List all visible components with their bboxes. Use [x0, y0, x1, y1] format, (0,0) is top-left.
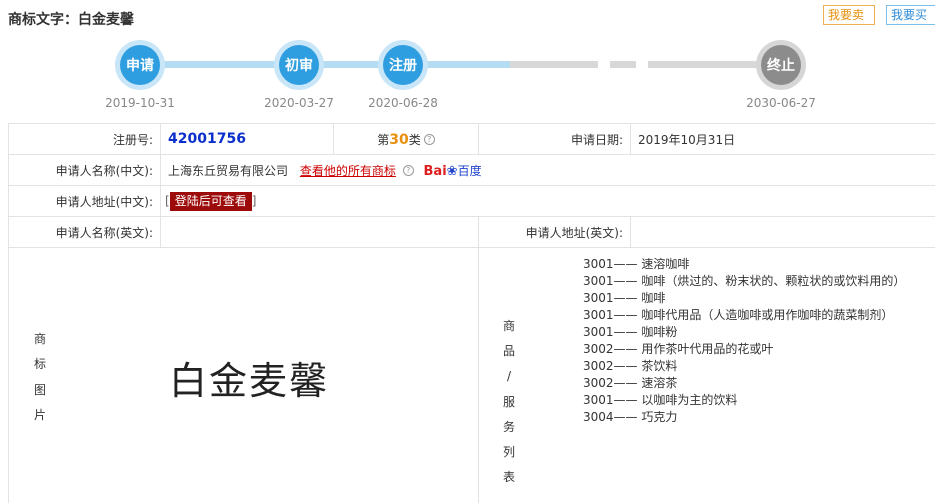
baidu-logo-text2: 百度 — [457, 163, 482, 178]
applicant-en-label: 申请人名称(英文): — [8, 216, 161, 248]
trademark-image: 白金麦馨 — [71, 350, 478, 405]
class-cell: 第30类? — [333, 123, 479, 155]
sell-button[interactable]: 我要卖 — [823, 5, 875, 25]
apply-date-label: 申请日期: — [478, 123, 631, 155]
goods-item: 3004—— 巧克力 — [583, 410, 678, 424]
goods-item: 3002—— 用作茶叶代用品的花或叶 — [583, 342, 774, 356]
trademark-image-cell: 商 标 图 片 白金麦馨 — [8, 247, 479, 503]
help-icon[interactable]: ? — [423, 133, 435, 145]
applicant-cn-label: 申请人名称(中文): — [8, 154, 161, 186]
buy-button[interactable]: 我要买 — [886, 5, 935, 25]
apply-date-value: 2019年10月31日 — [630, 123, 935, 155]
baidu-logo-text: Bai — [423, 163, 447, 179]
timeline-date: 2019-10-31 — [105, 96, 175, 110]
class-prefix: 第 — [377, 132, 390, 147]
reg-no-label: 注册号: — [8, 123, 161, 155]
class-number: 30 — [389, 131, 409, 148]
goods-list-label: 商 品 / 服 务 列 表 — [502, 319, 515, 485]
table-row: 申请人名称(英文): 申请人地址(英文): — [8, 216, 935, 248]
address-en-label: 申请人地址(英文): — [478, 216, 631, 248]
timeline-date: 2030-06-27 — [746, 96, 816, 110]
timeline-date: 2020-03-27 — [264, 96, 334, 110]
class-suffix: 类 — [408, 132, 421, 147]
goods-item: 3001—— 咖啡粉 — [583, 325, 678, 339]
applicant-en-value — [160, 216, 479, 248]
goods-item: 3001—— 咖啡代用品（人造咖啡或用作咖啡的蔬菜制剂） — [583, 308, 894, 322]
address-cn-label: 申请人地址(中文): — [8, 185, 161, 217]
trademark-image-label: 商 标 图 片 — [33, 332, 46, 422]
trademark-detail-table: 注册号: 42001756 第30类? 申请日期: 2019年10月31日 申请… — [8, 123, 935, 503]
goods-item: 3002—— 速溶茶 — [583, 376, 678, 390]
goods-item: 3001—— 以咖啡为主的饮料 — [583, 393, 738, 407]
address-en-value — [630, 216, 935, 248]
timeline-node-label: 终止 — [761, 45, 801, 85]
applicant-cn-value: 上海东丘贸易有限公司 — [168, 163, 289, 178]
baidu-search-link[interactable]: Bai❀百度 — [424, 162, 482, 179]
trademark-title: 商标文字：白金麦馨 — [8, 12, 134, 28]
login-to-view-button[interactable]: 登陆后可查看 — [169, 191, 252, 211]
timeline-node-expiry: 终止 — [756, 40, 806, 90]
goods-list: 3001—— 速溶咖啡 3001—— 咖啡（烘过的、粉末状的、颗粒状的或饮料用的… — [583, 255, 905, 425]
trademark-word: 白金麦馨 — [169, 359, 330, 403]
timeline-node-preliminary: 初审 — [274, 40, 324, 90]
timeline-node-label: 初审 — [279, 45, 319, 85]
goods-cell: 商 品 / 服 务 列 表 3001—— 速溶咖啡 3001—— 咖啡（烘过的、… — [478, 247, 935, 503]
timeline-date: 2020-06-28 — [368, 96, 438, 110]
reg-no-value: 42001756 — [168, 131, 246, 147]
table-row: 注册号: 42001756 第30类? 申请日期: 2019年10月31日 — [8, 123, 935, 155]
timeline-node-registered: 注册 — [378, 40, 428, 90]
table-row: 申请人名称(中文): 上海东丘贸易有限公司 查看他的所有商标 ? Bai❀百度 — [8, 154, 935, 186]
goods-item: 3002—— 茶饮料 — [583, 359, 678, 373]
view-all-trademarks-link[interactable]: 查看他的所有商标 — [300, 164, 396, 178]
timeline-node-label: 申请 — [120, 45, 160, 85]
table-row: 商 标 图 片 白金麦馨 商 品 / 服 务 列 表 3001—— 速溶咖啡 3… — [8, 247, 935, 503]
address-cn-cell: [登陆后可查看] — [160, 185, 935, 217]
help-icon[interactable]: ? — [402, 164, 414, 176]
baidu-paw-icon: ❀ — [446, 163, 458, 179]
reg-no-cell: 42001756 — [160, 123, 334, 155]
applicant-cn-cell: 上海东丘贸易有限公司 查看他的所有商标 ? Bai❀百度 — [160, 154, 935, 186]
goods-item: 3001—— 速溶咖啡 — [583, 257, 690, 271]
goods-item: 3001—— 咖啡（烘过的、粉末状的、颗粒状的或饮料用的） — [583, 274, 906, 288]
goods-item: 3001—— 咖啡 — [583, 291, 666, 305]
timeline-progress-bar — [140, 61, 510, 68]
timeline-node-label: 注册 — [383, 45, 423, 85]
table-row: 申请人地址(中文): [登陆后可查看] — [8, 185, 935, 217]
timeline-node-apply: 申请 — [115, 40, 165, 90]
